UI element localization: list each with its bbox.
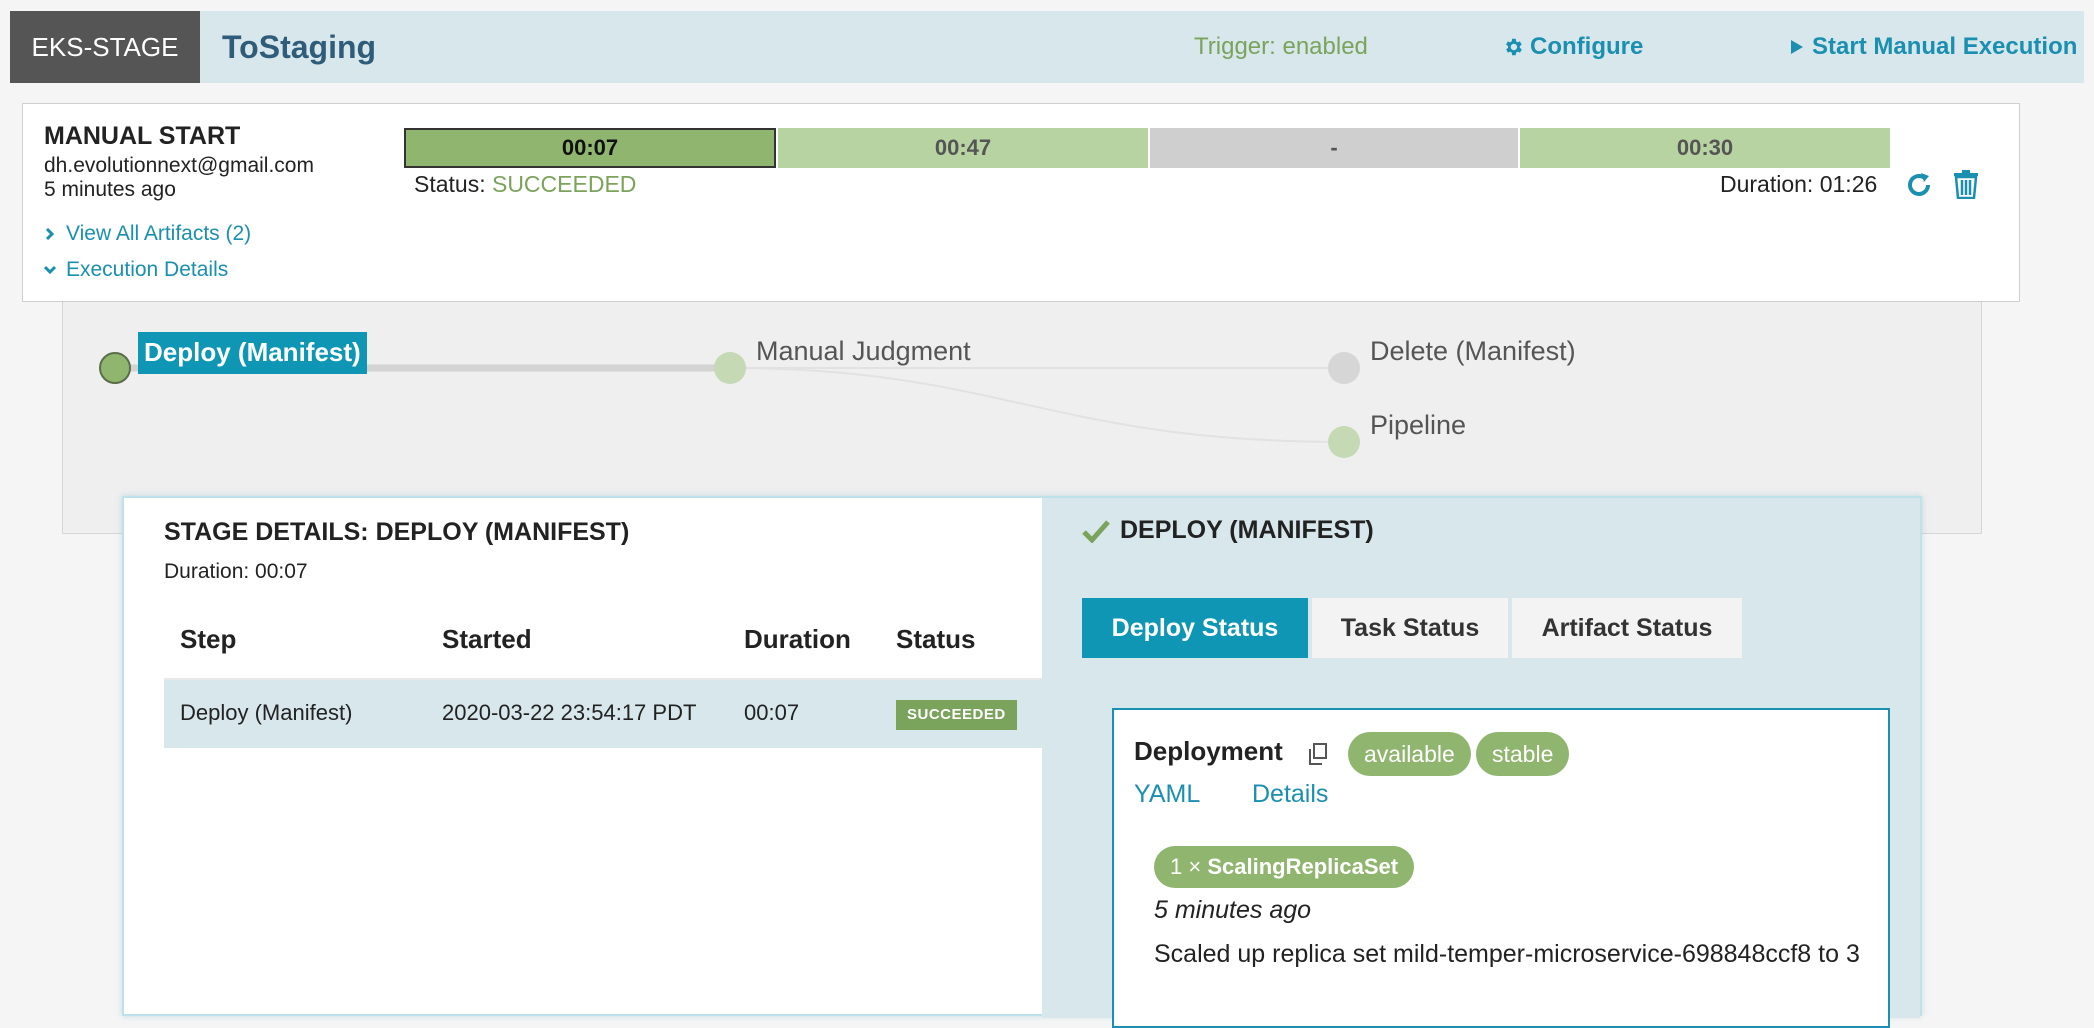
deployment-kind: Deployment <box>1134 736 1283 766</box>
event-reason: ScalingReplicaSet <box>1207 854 1399 879</box>
event-count: 1 × <box>1170 854 1202 879</box>
graph-node-deploy[interactable] <box>99 352 131 384</box>
graph-label-delete[interactable]: Delete (Manifest) <box>1370 336 1576 367</box>
graph-label-deploy[interactable]: Deploy (Manifest) <box>138 332 367 374</box>
column-header-status: Status <box>896 624 976 654</box>
stable-badge: stable <box>1476 732 1570 776</box>
check-icon <box>1082 519 1110 543</box>
event-message: Scaled up replica set mild-temper-micros… <box>1154 940 1860 968</box>
deploy-status-title: DEPLOY (MANIFEST) <box>1082 516 1374 545</box>
stage-details-title: STAGE DETAILS: DEPLOY (MANIFEST) <box>164 518 630 546</box>
graph-node-delete[interactable] <box>1328 352 1360 384</box>
tab-task-status[interactable]: Task Status <box>1312 598 1508 658</box>
details-link[interactable]: Details <box>1252 780 1328 809</box>
clone-icon[interactable] <box>1306 742 1328 771</box>
row-duration: 00:07 <box>744 700 800 725</box>
tab-deploy-status[interactable]: Deploy Status <box>1082 598 1308 658</box>
row-started: 2020-03-22 23:54:17 PDT <box>442 700 697 725</box>
available-badge: available <box>1348 732 1471 776</box>
column-header-duration: Duration <box>744 624 851 654</box>
event-reason-badge: 1 × ScalingReplicaSet <box>1154 846 1415 888</box>
row-step: Deploy (Manifest) <box>180 700 353 725</box>
yaml-link[interactable]: YAML <box>1134 780 1200 809</box>
column-header-step: Step <box>180 624 237 654</box>
stage-details-duration: Duration: 00:07 <box>164 560 308 583</box>
status-badge: SUCCEEDED <box>896 700 1017 730</box>
graph-node-pipeline[interactable] <box>1328 426 1360 458</box>
graph-node-manual-judgment[interactable] <box>714 352 746 384</box>
event-time: 5 minutes ago <box>1154 896 1312 924</box>
column-header-started: Started <box>442 624 532 654</box>
graph-label-pipeline[interactable]: Pipeline <box>1370 410 1466 441</box>
graph-label-manual-judgment[interactable]: Manual Judgment <box>756 336 971 367</box>
deploy-status-title-text: DEPLOY (MANIFEST) <box>1120 516 1374 544</box>
tab-artifact-status[interactable]: Artifact Status <box>1512 598 1742 658</box>
connector-judgment-pipeline <box>729 367 1345 443</box>
